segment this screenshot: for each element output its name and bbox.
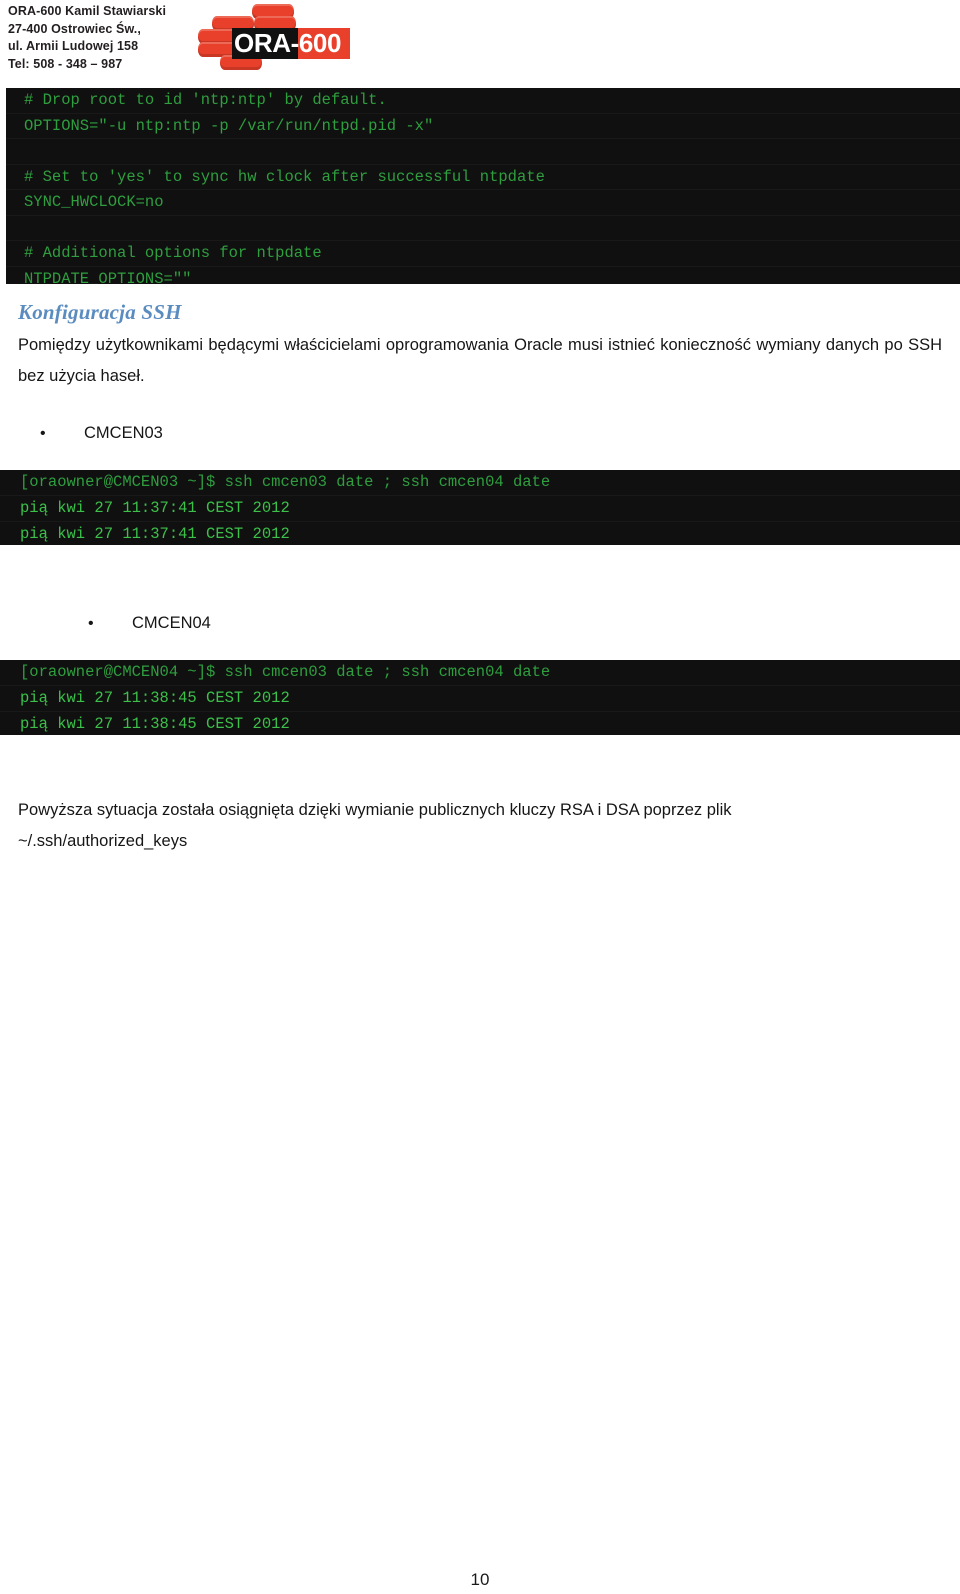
terminal-line: pią kwi 27 11:38:45 CEST 2012	[0, 712, 960, 735]
contact-line-city: 27-400 Ostrowiec Św.,	[8, 21, 141, 36]
terminal-line: # Additional options for ntpdate	[6, 241, 960, 267]
terminal-line	[6, 216, 960, 241]
terminal-line	[6, 139, 960, 165]
terminal-line: # Set to 'yes' to sync hw clock after su…	[6, 165, 960, 190]
contact-line-street: ul. Armii Ludowej 158	[8, 39, 139, 53]
list-item-cmcen04: • CMCEN04	[88, 612, 211, 635]
ora-600-logo: ORA-600	[190, 2, 350, 74]
terminal-block-cmcen03: [oraowner@CMCEN03 ~]$ ssh cmcen03 date ;…	[0, 470, 960, 545]
paragraph-closing: Powyższa sytuacja została osiągnięta dzi…	[18, 795, 942, 857]
contact-line-phone: Tel: 508 - 348 – 987	[8, 56, 123, 71]
list-item-cmcen03: • CMCEN03	[40, 422, 163, 445]
page-number: 10	[470, 1570, 490, 1589]
terminal-line: OPTIONS="-u ntp:ntp -p /var/run/ntpd.pid…	[6, 114, 960, 139]
company-contact-block: ORA-600 Kamil Stawiarski 27-400 Ostrowie…	[8, 3, 166, 73]
authorized-keys-path: ~/.ssh/authorized_keys	[18, 832, 188, 850]
bullet-dot-icon: •	[88, 615, 94, 632]
terminal-line: [oraowner@CMCEN04 ~]$ ssh cmcen03 date ;…	[0, 660, 960, 686]
terminal-line: pią kwi 27 11:37:41 CEST 2012	[0, 496, 960, 522]
document-header: ORA-600 Kamil Stawiarski 27-400 Ostrowie…	[0, 0, 960, 88]
terminal-line: NTPDATE_OPTIONS=""	[6, 267, 960, 285]
terminal-line: SYNC_HWCLOCK=no	[6, 190, 960, 216]
contact-line-company: ORA-600 Kamil Stawiarski	[8, 4, 167, 18]
bullet-dot-icon: •	[40, 425, 46, 442]
terminal-line: # Drop root to id 'ntp:ntp' by default.	[6, 88, 960, 114]
section-heading-konfiguracja-ssh: Konfiguracja SSH	[18, 300, 182, 324]
paragraph-intro: Pomiędzy użytkownikami będącymi właścici…	[18, 336, 942, 385]
paragraph-closing-text: Powyższa sytuacja została osiągnięta dzi…	[18, 801, 732, 819]
terminal-line: pią kwi 27 11:37:41 CEST 2012	[0, 522, 960, 545]
logo-wordmark: ORA-600	[234, 28, 342, 58]
list-item-label: CMCEN03	[84, 424, 163, 442]
terminal-block-ntp-config: # Drop root to id 'ntp:ntp' by default. …	[6, 88, 960, 284]
terminal-line: pią kwi 27 11:38:45 CEST 2012	[0, 686, 960, 712]
terminal-line: [oraowner@CMCEN03 ~]$ ssh cmcen03 date ;…	[0, 470, 960, 496]
terminal-block-cmcen04: [oraowner@CMCEN04 ~]$ ssh cmcen03 date ;…	[0, 660, 960, 735]
list-item-label: CMCEN04	[132, 614, 211, 632]
